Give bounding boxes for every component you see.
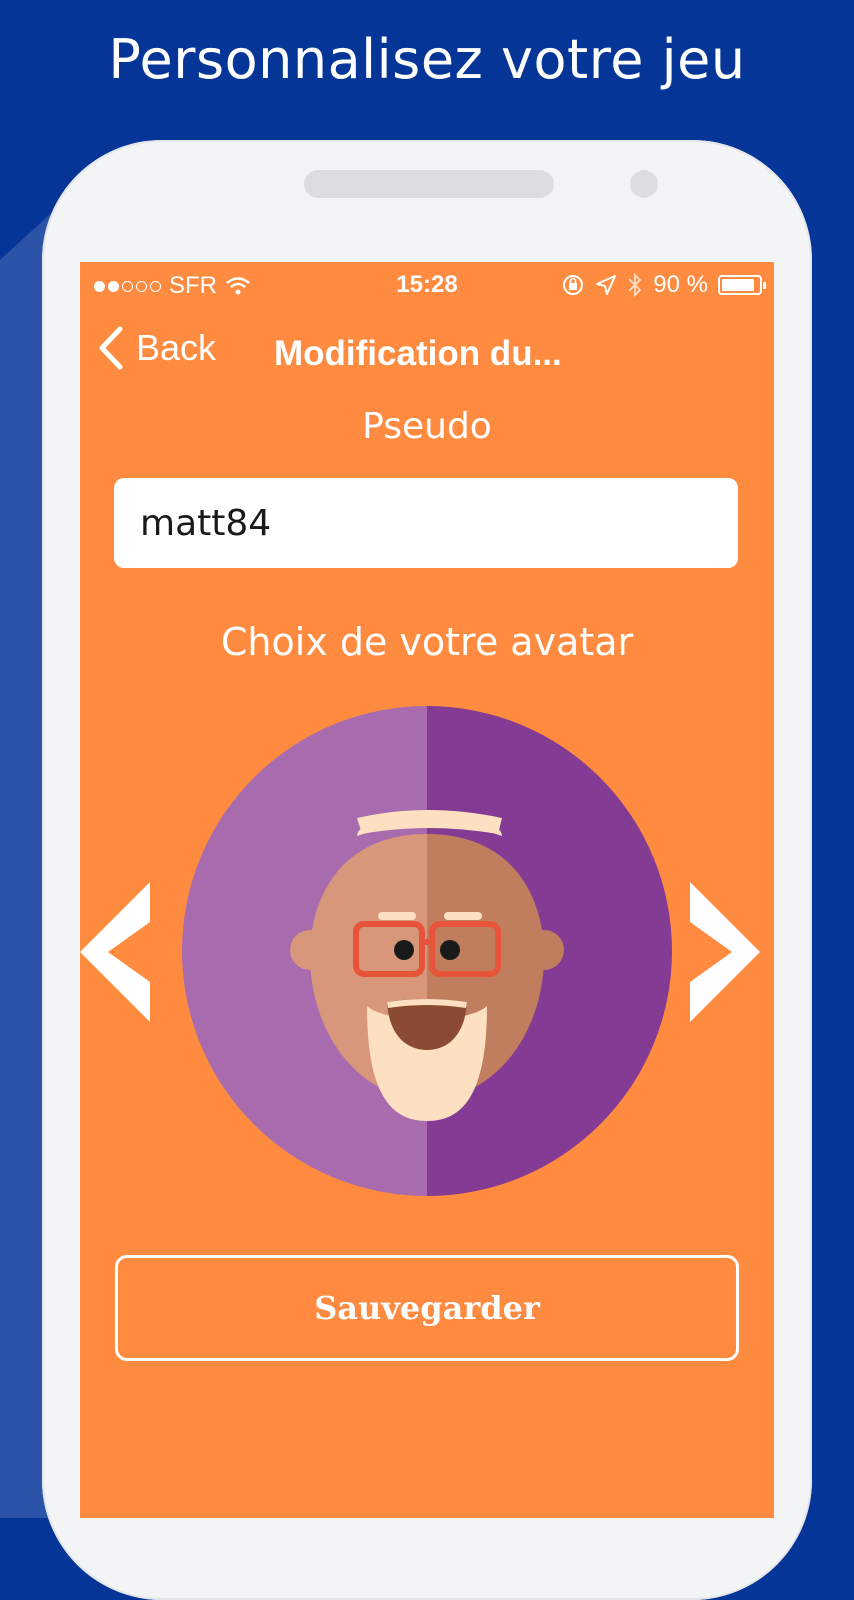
lock-rotation-icon: [563, 275, 584, 295]
phone-camera: [630, 170, 658, 198]
location-icon: [596, 275, 617, 295]
back-chevron-icon: [99, 326, 123, 370]
nav-title: Modification du...: [274, 334, 562, 373]
arrow-left-icon[interactable]: [80, 882, 150, 1022]
arrow-right-icon[interactable]: [690, 882, 760, 1022]
promo-title: Personnalisez votre jeu: [108, 28, 746, 91]
avatar-image[interactable]: [182, 706, 672, 1196]
pseudo-label: Pseudo: [362, 406, 492, 447]
bluetooth-icon: [628, 272, 642, 298]
battery-fill: [722, 279, 755, 291]
status-right: 90 %: [561, 271, 766, 299]
battery-icon: [718, 275, 766, 295]
pseudo-input[interactable]: [114, 478, 738, 568]
avatar-label: Choix de votre avatar: [220, 620, 634, 664]
status-bar: SFR 15:28 90 %: [80, 262, 774, 308]
battery-percent: 90 %: [653, 271, 708, 298]
phone-speaker: [304, 170, 554, 198]
save-button[interactable]: Sauvegarder: [115, 1255, 739, 1361]
navigation-bar: Back Modification du...: [80, 324, 774, 384]
app-screen: SFR 15:28 90 % Back Modification du... P…: [80, 262, 774, 1518]
back-label: Back: [136, 327, 217, 368]
back-button[interactable]: Back: [98, 326, 216, 370]
